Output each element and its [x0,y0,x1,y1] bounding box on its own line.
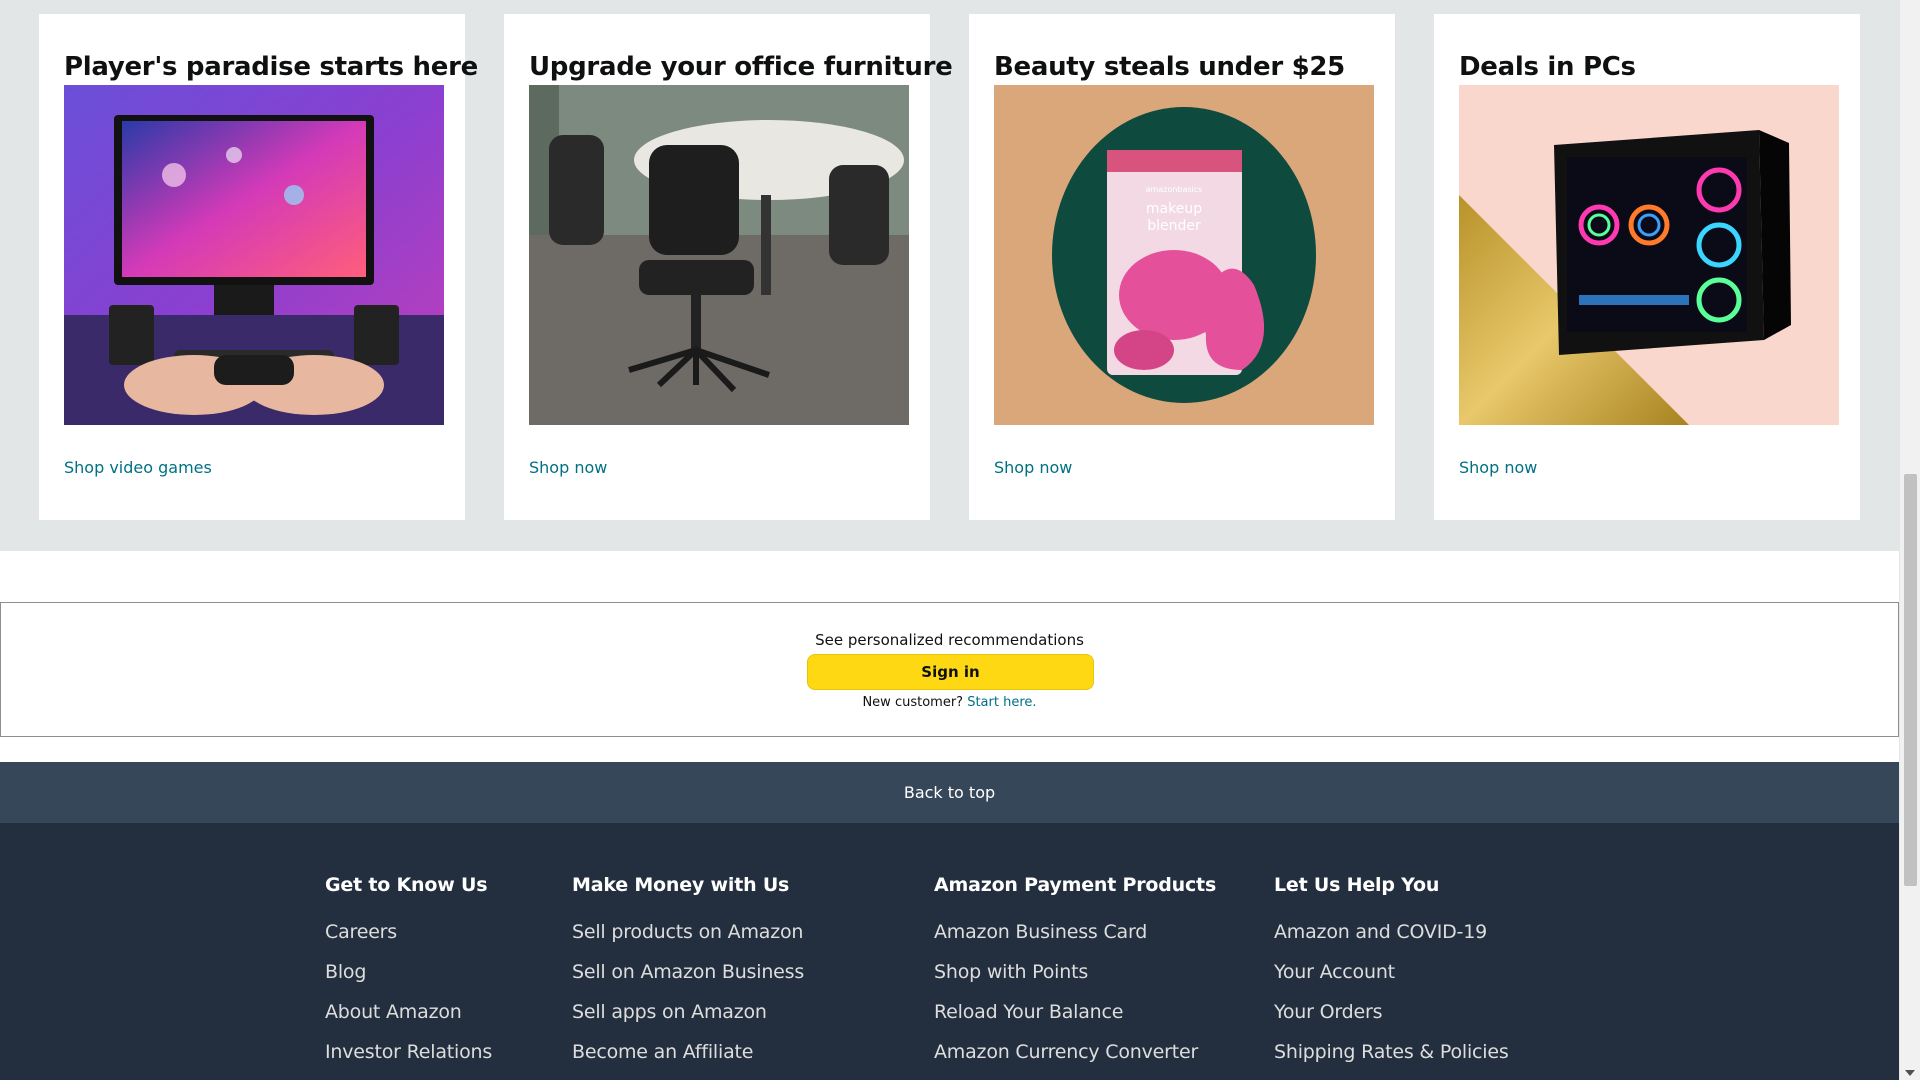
footer-column-get-to-know-us: Get to Know Us Careers Blog About Amazon… [325,874,492,1072]
footer-heading: Let Us Help You [1274,874,1440,896]
signin-prompt: See personalized recommendations [815,631,1084,649]
footer-link-business-card[interactable]: Amazon Business Card [934,912,1216,952]
footer-link-covid[interactable]: Amazon and COVID-19 [1274,912,1509,952]
footer-link-sell-apps[interactable]: Sell apps on Amazon [572,992,804,1032]
footer-link-careers[interactable]: Careers [325,912,492,952]
footer-link-investor-relations[interactable]: Investor Relations [325,1032,492,1072]
card-video-games: Player's paradise starts here Shop video… [39,14,478,520]
footer-link-shipping-rates[interactable]: Shipping Rates & Policies [1274,1032,1509,1072]
footer-link-blog[interactable]: Blog [325,952,492,992]
svg-text:amazonbasics: amazonbasics [1146,185,1203,194]
card-beauty: Beauty steals under $25 amazonbasics mak… [969,14,1395,520]
footer-heading: Get to Know Us [325,874,488,896]
footer-heading: Make Money with Us [572,874,790,896]
footer-link-your-orders[interactable]: Your Orders [1274,992,1509,1032]
svg-text:blender: blender [1147,218,1201,234]
scroll-down-arrow-icon[interactable] [1905,1070,1915,1076]
new-customer-label: New customer? [862,695,964,710]
footer: Get to Know Us Careers Blog About Amazon… [0,823,1899,1080]
card-office-furniture: Upgrade your office furniture Shop now [504,14,953,520]
footer-link-become-affiliate[interactable]: Become an Affiliate [572,1032,804,1072]
page-content: Player's paradise starts here Shop video… [0,0,1899,1080]
start-here-link[interactable]: Start here. [967,695,1036,710]
shop-beauty-link[interactable]: Shop now [994,458,1072,477]
card-title: Upgrade your office furniture [529,52,953,82]
office-chair-image[interactable] [529,85,909,425]
signin-button[interactable]: Sign in [807,654,1094,690]
card-pcs: Deals in PCs Shop now [1434,14,1860,520]
card-title: Player's paradise starts here [64,52,478,82]
card-title: Deals in PCs [1459,52,1636,82]
footer-link-sell-business[interactable]: Sell on Amazon Business [572,952,804,992]
back-to-top-button[interactable]: Back to top [0,762,1899,823]
gaming-pc-image[interactable] [1459,85,1839,425]
footer-link-reload-balance[interactable]: Reload Your Balance [934,992,1216,1032]
scrollbar-thumb[interactable] [1904,474,1917,886]
shop-pcs-link[interactable]: Shop now [1459,458,1537,477]
shop-office-furniture-link[interactable]: Shop now [529,458,607,477]
footer-link-sell-products[interactable]: Sell products on Amazon [572,912,804,952]
shop-video-games-link[interactable]: Shop video games [64,458,212,477]
promo-cards-section: Player's paradise starts here Shop video… [0,0,1899,551]
gaming-setup-image[interactable] [64,85,444,425]
svg-text:makeup: makeup [1146,201,1202,217]
makeup-blender-image[interactable]: amazonbasics makeup blender [994,85,1374,425]
footer-link-about-amazon[interactable]: About Amazon [325,992,492,1032]
new-customer-line: New customer? Start here. [1,695,1898,710]
card-title: Beauty steals under $25 [994,52,1345,82]
footer-column-payment-products: Amazon Payment Products Amazon Business … [934,874,1216,1072]
signin-recommendations-box: See personalized recommendations Sign in… [0,602,1899,737]
page-scrollbar[interactable] [1899,0,1920,1080]
footer-heading: Amazon Payment Products [934,874,1217,896]
footer-link-your-account[interactable]: Your Account [1274,952,1509,992]
footer-link-currency-converter[interactable]: Amazon Currency Converter [934,1032,1216,1072]
footer-column-make-money: Make Money with Us Sell products on Amaz… [572,874,804,1072]
footer-column-help: Let Us Help You Amazon and COVID-19 Your… [1274,874,1509,1072]
footer-link-shop-with-points[interactable]: Shop with Points [934,952,1216,992]
